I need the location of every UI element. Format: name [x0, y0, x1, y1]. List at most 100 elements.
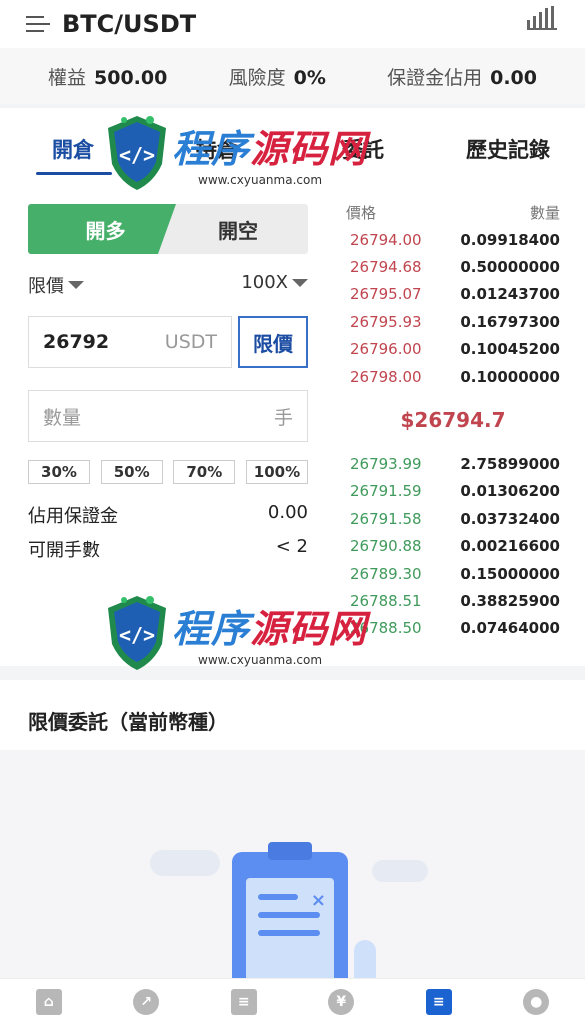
ask-price: 26795.07 — [350, 285, 422, 304]
bid-quantity: 0.01306200 — [460, 482, 560, 501]
finance-icon: ¥ — [328, 988, 355, 1015]
ask-row[interactable]: 26798.00 0.10000000 — [346, 363, 560, 390]
margin-label: 佔用保證金 — [28, 506, 118, 527]
tab-history[interactable]: 歷史記錄 — [466, 134, 550, 164]
chart-icon[interactable] — [527, 6, 557, 30]
ask-price: 26798.00 — [350, 367, 422, 386]
bid-row[interactable]: 26791.59 0.01306200 — [346, 478, 560, 505]
order-options: 限價 100X — [28, 272, 308, 302]
trade-panel: 開倉 持倉 委託 歷史記錄 開多 開空 限價 100X 26792 USDT 限… — [0, 108, 585, 666]
bid-price: 26791.59 — [350, 482, 422, 501]
ask-quantity: 0.50000000 — [460, 258, 560, 277]
leverage-label: 100X — [241, 272, 288, 293]
ask-row[interactable]: 26796.00 0.10045200 — [346, 336, 560, 363]
open-short-button[interactable]: 開空 — [158, 204, 308, 254]
percent-30-button[interactable]: 30% — [28, 460, 90, 484]
stat-value: 0.00 — [490, 66, 537, 89]
user-icon: ● — [523, 988, 550, 1015]
bid-price: 26793.99 — [350, 455, 422, 474]
tab-positions[interactable]: 持倉 — [196, 134, 238, 164]
bottom-nav: ⌂ ↗ ≡ ¥ ≡ ● — [0, 978, 585, 1024]
percent-100-button[interactable]: 100% — [245, 460, 308, 484]
order-form: 開多 開空 限價 100X 26792 USDT 限價 數量 手 30% 50%… — [28, 204, 308, 562]
tab-open[interactable]: 開倉 — [52, 134, 94, 164]
menu-icon[interactable] — [26, 13, 56, 35]
ask-price: 26795.93 — [350, 312, 422, 331]
nav-home[interactable]: ⌂ — [31, 984, 67, 1020]
price-input[interactable]: 26792 USDT — [28, 316, 232, 368]
price-value: 26792 — [43, 331, 110, 353]
bid-row[interactable]: 26791.58 0.03732400 — [346, 505, 560, 532]
bid-row[interactable]: 26788.51 0.38825900 — [346, 587, 560, 614]
bid-quantity: 0.38825900 — [460, 591, 560, 610]
quantity-placeholder: 數量 — [43, 406, 82, 429]
nav-finance[interactable]: ¥ — [323, 984, 359, 1020]
stat-equity: 權益 500.00 — [48, 63, 167, 90]
percent-50-button[interactable]: 50% — [100, 460, 163, 484]
nav-profile[interactable]: ● — [518, 984, 554, 1020]
caret-down-icon — [292, 278, 308, 287]
bid-price: 26788.51 — [350, 591, 422, 610]
stat-value: 0% — [293, 66, 326, 89]
nav-news[interactable]: ≡ — [226, 984, 262, 1020]
bid-price: 26790.88 — [350, 537, 422, 556]
bid-price: 26788.50 — [350, 619, 422, 638]
tab-indicator — [36, 172, 112, 175]
stat-margin: 保證金佔用 0.00 — [387, 63, 537, 90]
quantity-input[interactable]: 數量 手 — [28, 390, 308, 442]
openable-label: 可開手數 — [28, 540, 100, 561]
last-price: $26794.7 — [400, 408, 506, 433]
ask-quantity: 0.10045200 — [460, 340, 560, 359]
nav-market[interactable]: ↗ — [128, 984, 164, 1020]
bid-quantity: 0.07464000 — [460, 619, 560, 638]
caret-down-icon — [68, 281, 84, 289]
bid-quantity: 2.75899000 — [460, 455, 560, 474]
quantity-unit: 手 — [273, 406, 293, 429]
ask-row[interactable]: 26795.07 0.01243700 — [346, 281, 560, 308]
limit-orders-title: 限價委託（當前幣種） — [0, 680, 585, 750]
market-icon: ↗ — [133, 988, 160, 1015]
bid-row[interactable]: 26789.30 0.15000000 — [346, 560, 560, 587]
account-stats: 權益 500.00 風險度 0% 保證金佔用 0.00 — [0, 48, 585, 104]
pair-title[interactable]: BTC/USDT — [62, 10, 196, 38]
direction-toggle: 開多 開空 — [28, 204, 308, 254]
price-row: 26792 USDT 限價 — [28, 316, 308, 368]
cloud-illustration — [372, 860, 428, 882]
ask-price: 26794.68 — [350, 258, 422, 277]
order-book: 價格 數量 26794.00 0.09918400 26794.68 0.50000… — [346, 202, 560, 642]
margin-value: 0.00 — [267, 502, 308, 523]
leverage-select[interactable]: 100X — [241, 272, 308, 293]
ask-row[interactable]: 26795.93 0.16797300 — [346, 308, 560, 335]
bid-row[interactable]: 26788.50 0.07464000 — [346, 615, 560, 642]
ask-price: 26796.00 — [350, 340, 422, 359]
bid-quantity: 0.00216600 — [460, 537, 560, 556]
ask-row[interactable]: 26794.00 0.09918400 — [346, 226, 560, 253]
bid-quantity: 0.03732400 — [460, 509, 560, 528]
stat-label: 權益 — [48, 66, 87, 89]
ask-quantity: 0.10000000 — [460, 367, 560, 386]
order-type-label: 限價 — [28, 276, 64, 297]
stat-label: 風險度 — [228, 66, 286, 89]
bid-row[interactable]: 26790.88 0.00216600 — [346, 533, 560, 560]
order-type-select[interactable]: 限價 — [28, 272, 84, 298]
order-book-header: 價格 數量 — [346, 202, 560, 226]
tab-orders[interactable]: 委託 — [342, 134, 384, 164]
stat-label: 保證金佔用 — [387, 66, 483, 89]
ask-price: 26794.00 — [350, 230, 422, 249]
stat-value: 500.00 — [94, 66, 168, 89]
openable-value: < 2 — [275, 536, 308, 557]
price-unit: USDT — [164, 331, 217, 353]
bid-row[interactable]: 26793.99 2.75899000 — [346, 450, 560, 477]
nav-trade[interactable]: ≡ — [421, 984, 457, 1020]
ask-row[interactable]: 26794.68 0.50000000 — [346, 253, 560, 280]
limit-price-button[interactable]: 限價 — [238, 316, 308, 368]
top-bar: BTC/USDT — [0, 0, 585, 48]
cloud-illustration — [150, 850, 220, 876]
percent-70-button[interactable]: 70% — [173, 460, 236, 484]
ask-quantity: 0.09918400 — [460, 230, 560, 249]
bid-price: 26789.30 — [350, 564, 422, 583]
quantity-column-header: 數量 — [529, 204, 560, 222]
bid-quantity: 0.15000000 — [460, 564, 560, 583]
empty-state: × — [0, 750, 585, 978]
open-long-button[interactable]: 開多 — [28, 204, 183, 254]
